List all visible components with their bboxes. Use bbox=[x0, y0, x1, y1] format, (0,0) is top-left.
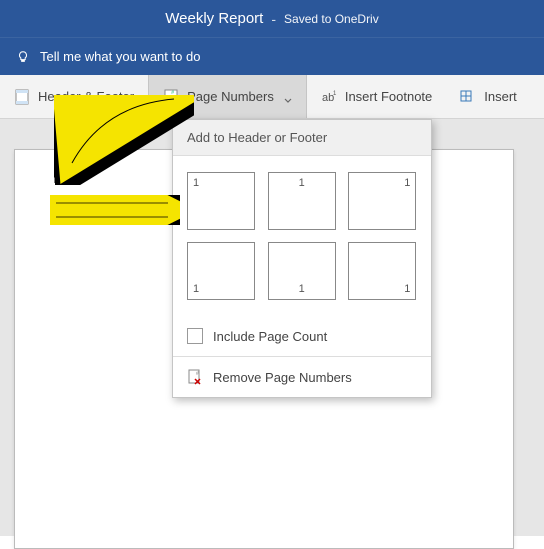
svg-text:#: # bbox=[196, 371, 199, 377]
titlebar: Weekly Report - Saved to OneDriv bbox=[0, 0, 544, 37]
footnote-icon: ab1 bbox=[321, 89, 337, 105]
svg-text:#: # bbox=[171, 90, 174, 96]
page-numbers-button[interactable]: # Page Numbers bbox=[148, 75, 307, 118]
placement-bottom-center[interactable]: 1 bbox=[268, 242, 336, 300]
insert-footnote-label: Insert Footnote bbox=[345, 89, 432, 104]
titlebar-separator: - bbox=[263, 11, 284, 27]
remove-page-numbers-label: Remove Page Numbers bbox=[213, 370, 352, 385]
include-page-count-label: Include Page Count bbox=[213, 329, 327, 344]
placement-grid: 1 1 1 1 1 1 bbox=[173, 156, 431, 316]
header-footer-icon bbox=[14, 89, 30, 105]
page-numbers-label: Page Numbers bbox=[187, 89, 274, 104]
header-footer-button[interactable]: Header & Footer bbox=[0, 75, 148, 118]
lightbulb-icon bbox=[16, 50, 30, 64]
header-footer-label: Header & Footer bbox=[38, 89, 134, 104]
placement-top-left[interactable]: 1 bbox=[187, 172, 255, 230]
insert-button[interactable]: Insert bbox=[446, 75, 531, 118]
placement-bottom-right[interactable]: 1 bbox=[348, 242, 416, 300]
placement-top-center[interactable]: 1 bbox=[268, 172, 336, 230]
svg-text:1: 1 bbox=[333, 91, 337, 97]
placement-top-right[interactable]: 1 bbox=[348, 172, 416, 230]
remove-page-numbers-option[interactable]: # Remove Page Numbers bbox=[173, 357, 431, 397]
page-numbers-icon: # bbox=[163, 89, 179, 105]
page-numbers-dropdown: Add to Header or Footer 1 1 1 1 1 1 Incl… bbox=[172, 119, 432, 398]
placement-bottom-left[interactable]: 1 bbox=[187, 242, 255, 300]
ribbon: Header & Footer # Page Numbers ab1 Inser… bbox=[0, 75, 544, 119]
insert-label: Insert bbox=[484, 89, 517, 104]
insert-footnote-button[interactable]: ab1 Insert Footnote bbox=[307, 75, 446, 118]
insert-table-icon bbox=[460, 89, 476, 105]
include-page-count-option[interactable]: Include Page Count bbox=[173, 316, 431, 356]
tell-me-placeholder: Tell me what you want to do bbox=[40, 49, 200, 64]
document-title: Weekly Report bbox=[165, 10, 263, 27]
dropdown-header: Add to Header or Footer bbox=[173, 120, 431, 156]
checkbox-icon bbox=[187, 328, 203, 344]
chevron-down-icon bbox=[284, 93, 292, 101]
tell-me-bar[interactable]: Tell me what you want to do bbox=[0, 37, 544, 75]
remove-page-numbers-icon: # bbox=[187, 369, 203, 385]
save-status: Saved to OneDriv bbox=[284, 12, 379, 26]
